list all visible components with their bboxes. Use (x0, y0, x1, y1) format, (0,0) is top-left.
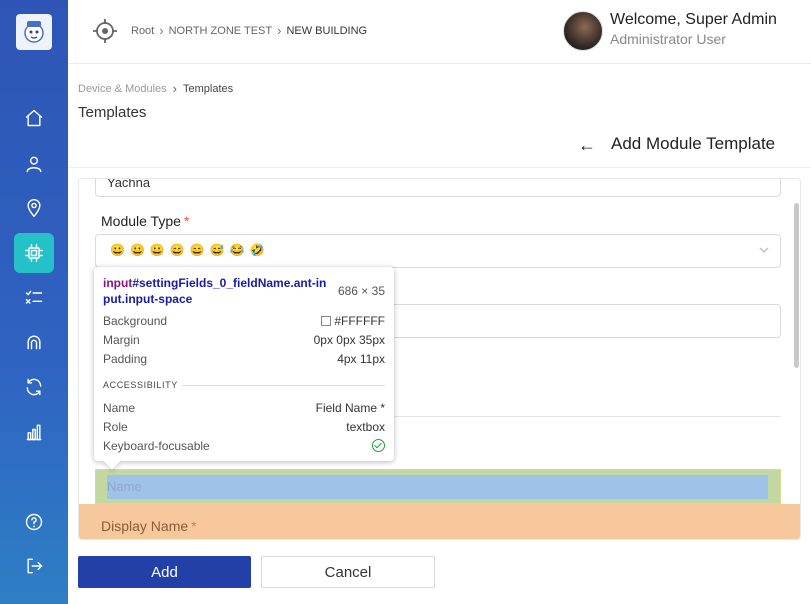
logout-icon (27, 558, 43, 574)
chip-icon (24, 243, 44, 263)
module-type-value: 😀😀😀😄😄😅😂🤣 (110, 243, 270, 257)
a11y-name-row: Name Field Name * (103, 401, 385, 415)
module-type-select[interactable]: 😀😀😀😄😄😅😂🤣 (95, 234, 781, 268)
a11y-focus-row: Keyboard-focusable (103, 439, 385, 453)
a11y-role-key: Role (103, 420, 128, 434)
nav-signal[interactable] (14, 322, 54, 362)
display-name-label: Display Name * (101, 518, 197, 534)
breadcrumb-zone[interactable]: NORTH ZONE TEST (169, 25, 273, 37)
module-type-label-text: Module Type (101, 213, 181, 229)
add-button[interactable]: Add (78, 556, 251, 588)
welcome-text: Welcome, Super Admin (610, 11, 777, 28)
header-divider (68, 167, 811, 168)
display-name-label-text: Display Name (101, 518, 189, 534)
top-bar: Root › NORTH ZONE TEST › NEW BUILDING We… (68, 0, 811, 64)
logo-mascot-icon (24, 21, 44, 43)
chevron-down-icon (759, 247, 769, 253)
template-name-input[interactable]: Yachna (95, 179, 781, 197)
margin-row: Margin 0px 0px 35px (103, 333, 385, 347)
help-icon (25, 513, 43, 531)
padding-row: Padding 4px 11px (103, 352, 385, 366)
nav-users[interactable] (14, 144, 54, 184)
chevron-right-icon: › (277, 23, 282, 38)
sidebar (0, 0, 68, 604)
required-mark: * (183, 213, 190, 229)
a11y-name-key: Name (103, 401, 136, 415)
a11y-name-value: Field Name * (315, 401, 385, 415)
background-row: Background #FFFFFF (103, 314, 385, 328)
breadcrumb-templates: Templates (183, 82, 234, 95)
padding-key: Padding (103, 352, 148, 366)
a11y-role-row: Role textbox (103, 420, 385, 434)
element-size: 686 × 35 (337, 284, 385, 298)
module-type-label: Module Type * (101, 213, 189, 229)
devtools-inspect-tooltip: input#settingFields_0_fieldName.ant-inpu… (94, 267, 394, 461)
accessibility-heading: ACCESSIBILITY (103, 380, 178, 390)
cancel-button[interactable]: Cancel (261, 556, 435, 588)
nav-devices-modules[interactable] (14, 233, 54, 273)
chevron-right-icon: › (172, 81, 177, 96)
required-mark: * (191, 518, 197, 534)
form-scrollbar[interactable] (794, 203, 799, 368)
background-value-wrap: #FFFFFF (321, 314, 385, 328)
chevron-right-icon: › (159, 23, 164, 38)
field-name-input[interactable]: Name (107, 475, 768, 499)
crosshair-icon[interactable] (92, 18, 118, 44)
location-breadcrumb: Root › NORTH ZONE TEST › NEW BUILDING (131, 23, 367, 38)
app-logo[interactable] (16, 14, 52, 50)
check-circle-icon (372, 439, 385, 452)
margin-value: 0px 0px 35px (313, 333, 385, 347)
breadcrumb-building[interactable]: NEW BUILDING (286, 25, 367, 37)
back-arrow-icon[interactable]: ← (578, 135, 596, 156)
margin-key: Margin (103, 333, 140, 347)
nav-home[interactable] (14, 98, 54, 138)
sync-icon (26, 378, 42, 396)
page-breadcrumb: Device & Modules › Templates (78, 81, 233, 96)
color-swatch-icon (321, 316, 332, 326)
breadcrumb-root[interactable]: Root (131, 25, 154, 37)
a11y-focus-key: Keyboard-focusable (103, 439, 210, 453)
a11y-role-value: textbox (346, 420, 385, 434)
selector-id-classes: #settingFields_0_fieldName.ant-input.inp… (103, 276, 327, 306)
nav-reports[interactable] (14, 412, 54, 452)
location-pin-icon (27, 198, 41, 218)
element-selector: input#settingFields_0_fieldName.ant-inpu… (103, 275, 333, 307)
nav-sync[interactable] (14, 367, 54, 407)
nav-logout[interactable] (14, 546, 54, 586)
checklist-icon (25, 290, 43, 304)
nav-locations[interactable] (14, 188, 54, 228)
breadcrumb-device-modules[interactable]: Device & Modules (78, 83, 167, 95)
form-title: Add Module Template (611, 134, 776, 153)
selector-tag: input (103, 276, 133, 290)
user-role: Administrator User (610, 31, 726, 47)
padding-value: 4px 11px (337, 352, 385, 366)
background-key: Background (103, 314, 168, 328)
accessibility-divider (182, 385, 385, 386)
page-title: Templates (78, 104, 147, 121)
user-icon (26, 156, 42, 173)
nav-help[interactable] (14, 502, 54, 542)
nav-checklist[interactable] (14, 278, 54, 318)
bar-chart-icon (26, 424, 42, 441)
background-value: #FFFFFF (334, 314, 385, 328)
signal-icon (27, 335, 41, 350)
avatar[interactable] (563, 11, 603, 51)
home-icon (25, 109, 43, 127)
